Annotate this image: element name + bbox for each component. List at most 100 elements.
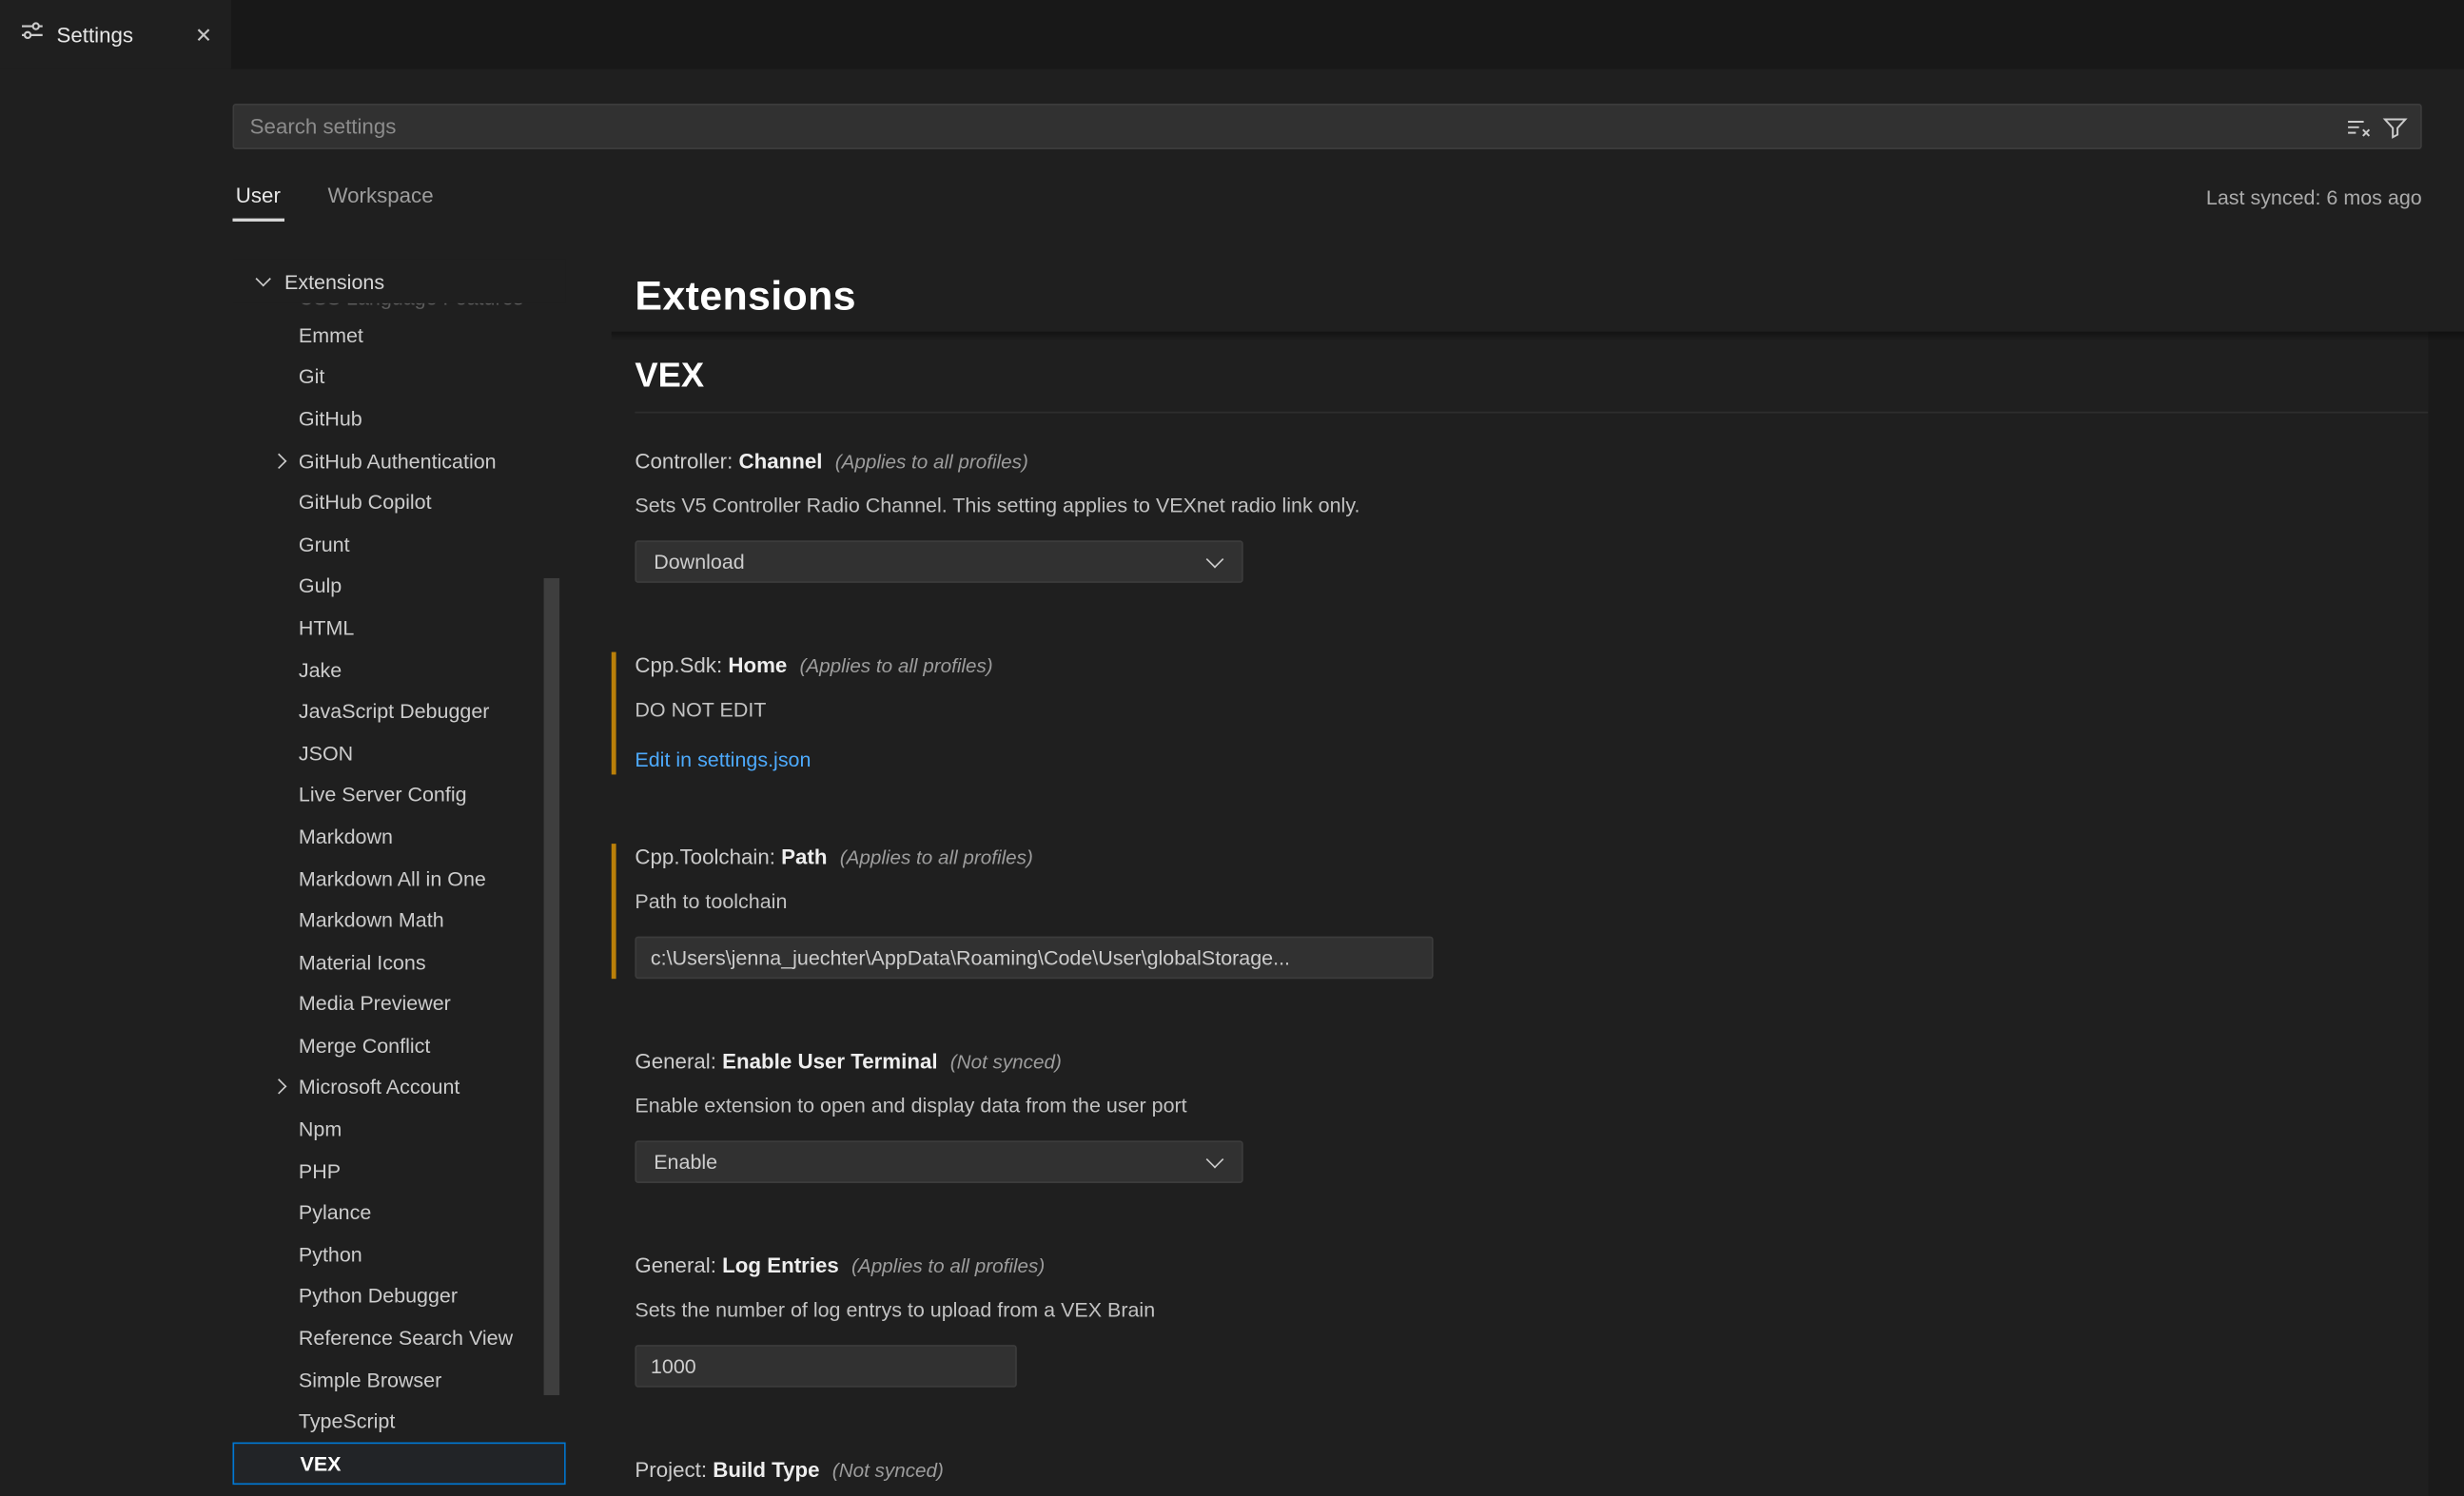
settings-editor: User Workspace Last synced: 6 mos ago CS…	[0, 69, 2464, 1496]
setting-description: DO NOT EDIT	[635, 696, 2464, 725]
setting-category: Cpp.Sdk:	[635, 653, 728, 677]
settings-list: Controller: Channel(Applies to all profi…	[612, 448, 2464, 1485]
tab-workspace[interactable]: Workspace	[324, 172, 437, 221]
sidebar-item-python-debugger[interactable]: Python Debugger	[232, 1275, 565, 1317]
chevron-down-icon	[1206, 550, 1224, 568]
setting-cpp-sdk-home: Cpp.Sdk: Home(Applies to all profiles)DO…	[612, 652, 2464, 775]
sidebar-item-label: GitHub Copilot	[299, 491, 432, 515]
setting-scope: (Not synced)	[950, 1051, 1062, 1073]
tab-title: Settings	[56, 23, 179, 47]
setting-category: General:	[635, 1253, 722, 1277]
sidebar-item-markdown-math[interactable]: Markdown Math	[232, 899, 565, 941]
toc-list: Emmet Git GitHub GitHub Authentication GitHu…	[232, 314, 565, 1484]
tab-settings[interactable]: Settings ✕	[0, 0, 231, 69]
sidebar-item-merge-conflict[interactable]: Merge Conflict	[232, 1024, 565, 1066]
sidebar-item-label: Grunt	[299, 533, 350, 556]
select-value: Download	[654, 550, 1208, 573]
setting-category: Controller:	[635, 449, 738, 473]
page-title: Extensions	[635, 272, 2464, 321]
sidebar-item-label: Emmet	[299, 323, 363, 347]
setting-scope: (Applies to all profiles)	[840, 846, 1033, 868]
setting-description: Path to toolchain	[635, 887, 2464, 916]
text-input-value: 1000	[651, 1354, 696, 1378]
toc-root-label: Extensions	[284, 269, 384, 293]
sidebar-item-github-authentication[interactable]: GitHub Authentication	[232, 439, 565, 481]
settings-main: Extensions VEX Controller: Channel(Appli…	[612, 260, 2464, 1496]
sidebar-item-jake[interactable]: Jake	[232, 649, 565, 690]
sidebar-item-label: Merge Conflict	[299, 1034, 430, 1058]
search-input[interactable]	[234, 115, 2346, 139]
setting-category: General:	[635, 1050, 722, 1074]
sidebar-item-media-previewer[interactable]: Media Previewer	[232, 982, 565, 1024]
sidebar-item-html[interactable]: HTML	[232, 607, 565, 649]
sidebar-item-php[interactable]: PHP	[232, 1150, 565, 1192]
search-bar-actions	[2346, 114, 2420, 139]
sidebar-item-typescript[interactable]: TypeScript	[232, 1401, 565, 1443]
setting-title: Cpp.Toolchain: Path(Applies to all profi…	[635, 844, 2464, 872]
setting-description: Sets the number of log entrys to upload …	[635, 1296, 2464, 1325]
sidebar-item-microsoft-account[interactable]: Microsoft Account	[232, 1066, 565, 1108]
setting-scope: (Applies to all profiles)	[800, 655, 993, 677]
setting-general-log-entries: General: Log Entries(Applies to all prof…	[612, 1253, 2464, 1388]
setting-category: Cpp.Toolchain:	[635, 845, 781, 869]
sidebar-item-label: Reference Search View	[299, 1326, 513, 1350]
sidebar-item-markdown[interactable]: Markdown	[232, 816, 565, 858]
setting-select[interactable]: Enable	[635, 1140, 1242, 1183]
sidebar-item-label: Markdown	[299, 825, 393, 848]
setting-select[interactable]: Download	[635, 540, 1242, 583]
setting-text-input[interactable]: 1000	[635, 1345, 1016, 1388]
sidebar-item-extensions-root[interactable]: Extensions	[232, 260, 565, 303]
sidebar-item-javascript-debugger[interactable]: JavaScript Debugger	[232, 690, 565, 732]
chevron-down-icon	[256, 270, 271, 285]
sidebar-item-label: Material Icons	[299, 950, 426, 974]
setting-project-build-type: Project: Build Type(Not synced)	[612, 1456, 2464, 1485]
tab-user[interactable]: User	[232, 172, 284, 221]
toc-scrollbar-thumb[interactable]	[544, 578, 560, 1395]
setting-description: Sets V5 Controller Radio Channel. This s…	[635, 492, 2464, 520]
sidebar-item-npm[interactable]: Npm	[232, 1108, 565, 1150]
setting-category: Project:	[635, 1458, 713, 1482]
sidebar-item-label: GitHub Authentication	[299, 449, 497, 473]
sidebar-item-material-icons[interactable]: Material Icons	[232, 941, 565, 982]
sidebar-item-emmet[interactable]: Emmet	[232, 314, 565, 356]
main-scrollbar-gutter[interactable]	[2428, 332, 2464, 1496]
edit-in-settings-json-link[interactable]: Edit in settings.json	[635, 748, 811, 771]
sidebar-item-live-server-config[interactable]: Live Server Config	[232, 774, 565, 816]
clear-search-filters-icon[interactable]	[2346, 114, 2371, 139]
sidebar-item-label: Python Debugger	[299, 1284, 458, 1308]
sidebar-item-label: GitHub	[299, 407, 362, 431]
sidebar-item-label: Git	[299, 365, 324, 389]
sidebar-item-gulp[interactable]: Gulp	[232, 565, 565, 607]
setting-title: General: Enable User Terminal(Not synced…	[635, 1048, 2464, 1077]
setting-title: Controller: Channel(Applies to all profi…	[635, 448, 2464, 476]
sidebar-item-label: Microsoft Account	[299, 1076, 460, 1099]
sidebar-item-label: JSON	[299, 741, 353, 765]
sidebar-item-reference-search-view[interactable]: Reference Search View	[232, 1317, 565, 1359]
setting-text-input[interactable]: c:\Users\jenna_juechter\AppData\Roaming\…	[635, 937, 1433, 980]
sidebar-item-vex[interactable]: VEX	[232, 1443, 565, 1485]
sidebar-item-git[interactable]: Git	[232, 356, 565, 398]
sidebar-item-python[interactable]: Python	[232, 1234, 565, 1275]
close-icon[interactable]: ✕	[192, 21, 216, 48]
sidebar-item-label: Markdown Math	[299, 908, 444, 932]
setting-scope: (Applies to all profiles)	[851, 1255, 1045, 1277]
sidebar-item-grunt[interactable]: Grunt	[232, 523, 565, 565]
sidebar-item-label: Live Server Config	[299, 783, 467, 806]
filter-icon[interactable]	[2382, 114, 2407, 139]
search-bar	[232, 104, 2421, 149]
sidebar-item-label: JavaScript Debugger	[299, 699, 490, 723]
settings-toc: CSS Language Features Extensions EmmetGi…	[232, 260, 565, 1496]
sidebar-item-github-copilot[interactable]: GitHub Copilot	[232, 481, 565, 523]
text-input-value: c:\Users\jenna_juechter\AppData\Roaming\…	[651, 946, 1290, 970]
setting-cpp-toolchain-path: Cpp.Toolchain: Path(Applies to all profi…	[612, 844, 2464, 979]
chevron-right-icon	[271, 1079, 286, 1095]
sidebar-item-simple-browser[interactable]: Simple Browser	[232, 1359, 565, 1401]
sidebar-item-markdown-all-in-one[interactable]: Markdown All in One	[232, 858, 565, 900]
sidebar-item-label: Simple Browser	[299, 1368, 441, 1391]
sidebar-item-json[interactable]: JSON	[232, 732, 565, 774]
editor-tab-bar: Settings ✕	[0, 0, 2464, 69]
sidebar-item-pylance[interactable]: Pylance	[232, 1192, 565, 1234]
setting-controller-channel: Controller: Channel(Applies to all profi…	[612, 448, 2464, 583]
sidebar-item-github[interactable]: GitHub	[232, 398, 565, 439]
setting-description: Enable extension to open and display dat…	[635, 1092, 2464, 1120]
